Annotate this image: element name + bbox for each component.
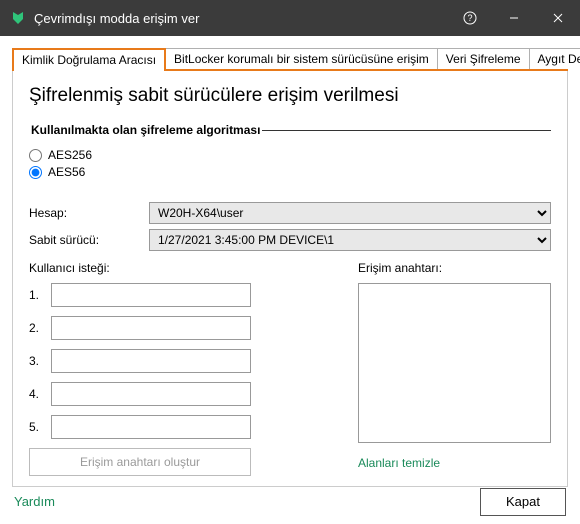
req-num-1: 1. bbox=[29, 288, 51, 302]
algorithm-legend: Kullanılmakta olan şifreleme algoritması bbox=[29, 123, 262, 137]
drive-select[interactable]: 1/27/2021 3:45:00 PM DEVICE\1 bbox=[149, 229, 551, 251]
radio-aes56-label: AES56 bbox=[48, 165, 85, 179]
request-input-4[interactable] bbox=[51, 382, 251, 406]
radio-aes256-row[interactable]: AES256 bbox=[29, 148, 551, 162]
generate-key-button: Erişim anahtarı oluştur bbox=[29, 448, 251, 476]
radio-aes256[interactable] bbox=[29, 149, 42, 162]
account-label: Hesap: bbox=[29, 206, 149, 220]
tab-data-encryption[interactable]: Veri Şifreleme bbox=[437, 48, 530, 69]
close-button[interactable]: Kapat bbox=[480, 488, 566, 516]
drive-label: Sabit sürücü: bbox=[29, 233, 149, 247]
help-button[interactable]: ? bbox=[448, 0, 492, 36]
window-titlebar: Çevrimdışı modda erişim ver ? bbox=[0, 0, 580, 36]
user-request-label: Kullanıcı isteği: bbox=[29, 261, 334, 275]
tab-device[interactable]: Aygıt De bbox=[529, 48, 580, 69]
footer: Yardım Kapat bbox=[0, 487, 580, 524]
tab-pane: Şifrelenmiş sabit sürücülere erişim veri… bbox=[12, 71, 568, 487]
access-key-label: Erişim anahtarı: bbox=[358, 261, 551, 275]
content-area: Kimlik Doğrulama Aracısı BitLocker korum… bbox=[0, 36, 580, 487]
radio-aes256-label: AES256 bbox=[48, 148, 92, 162]
radio-aes56[interactable] bbox=[29, 166, 42, 179]
tab-bitlocker[interactable]: BitLocker korumalı bir sistem sürücüsüne… bbox=[165, 48, 438, 69]
clear-fields-button[interactable]: Alanları temizle bbox=[358, 456, 440, 470]
tab-bar: Kimlik Doğrulama Aracısı BitLocker korum… bbox=[12, 48, 568, 71]
tab-auth-agent[interactable]: Kimlik Doğrulama Aracısı bbox=[12, 48, 166, 71]
request-input-2[interactable] bbox=[51, 316, 251, 340]
request-input-5[interactable] bbox=[51, 415, 251, 439]
radio-aes56-row[interactable]: AES56 bbox=[29, 165, 551, 179]
req-num-4: 4. bbox=[29, 387, 51, 401]
pane-title: Şifrelenmiş sabit sürücülere erişim veri… bbox=[29, 85, 551, 107]
req-num-3: 3. bbox=[29, 354, 51, 368]
algorithm-group: Kullanılmakta olan şifreleme algoritması… bbox=[29, 123, 551, 194]
app-logo-icon bbox=[10, 10, 26, 26]
svg-text:?: ? bbox=[467, 13, 472, 23]
account-row: Hesap: W20H-X64\user bbox=[29, 202, 551, 224]
request-input-3[interactable] bbox=[51, 349, 251, 373]
account-select[interactable]: W20H-X64\user bbox=[149, 202, 551, 224]
user-request-column: Kullanıcı isteği: 1. 2. 3. 4. 5. Erişim … bbox=[29, 261, 334, 476]
help-link[interactable]: Yardım bbox=[14, 494, 55, 509]
access-key-output[interactable] bbox=[358, 283, 551, 443]
columns: Kullanıcı isteği: 1. 2. 3. 4. 5. Erişim … bbox=[29, 261, 551, 476]
minimize-button[interactable] bbox=[492, 0, 536, 36]
request-input-1[interactable] bbox=[51, 283, 251, 307]
req-num-2: 2. bbox=[29, 321, 51, 335]
drive-row: Sabit sürücü: 1/27/2021 3:45:00 PM DEVIC… bbox=[29, 229, 551, 251]
req-num-5: 5. bbox=[29, 420, 51, 434]
access-key-column: Erişim anahtarı: Alanları temizle bbox=[358, 261, 551, 476]
close-window-button[interactable] bbox=[536, 0, 580, 36]
window-title: Çevrimdışı modda erişim ver bbox=[34, 11, 448, 26]
